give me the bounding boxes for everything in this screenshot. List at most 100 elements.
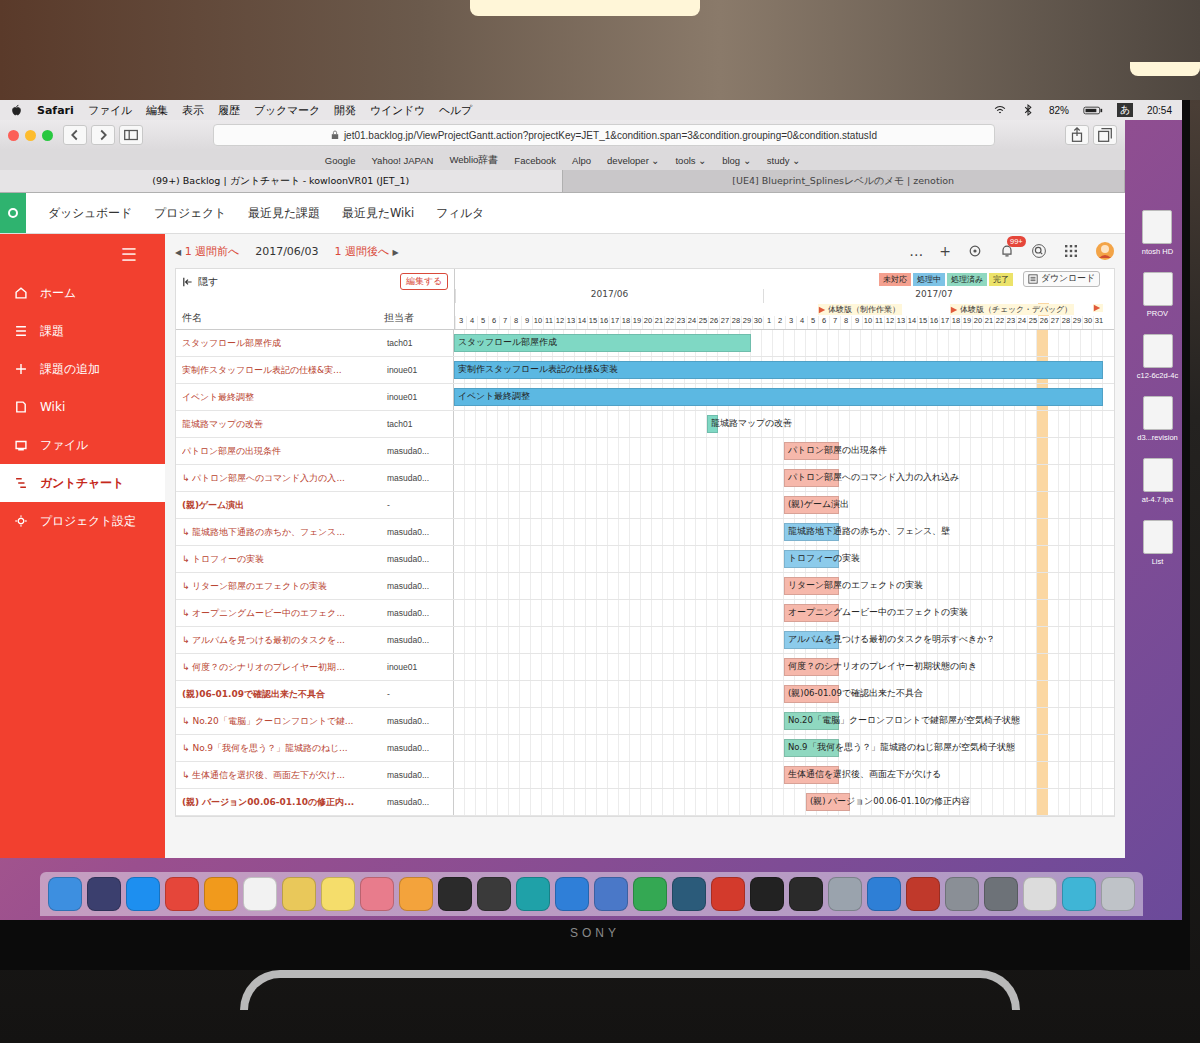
task-bar[interactable]: オープニングムービー中のエフェクトの実装 — [784, 604, 839, 622]
sidebar-item[interactable]: ガントチャート — [0, 464, 165, 502]
menu-item[interactable]: ウインドウ — [370, 103, 425, 118]
dock-app-icon[interactable] — [282, 877, 316, 911]
desktop-file[interactable]: PROV — [1143, 272, 1173, 318]
sidebar-icon[interactable] — [119, 125, 143, 145]
search-icon[interactable] — [1031, 243, 1047, 259]
task-row[interactable]: スタッフロール部屋作成 tach01 スタッフロール部屋作成 — [176, 330, 1114, 357]
apps-grid-icon[interactable] — [1063, 243, 1079, 259]
task-name[interactable]: ↳ No.9「我何を思う？」龍城路のねじ... — [182, 742, 387, 755]
task-bar[interactable]: No.9「我何を思う？」龍城路のねじ部屋が空気椅子状態 — [784, 739, 839, 757]
dock-app-icon[interactable] — [321, 877, 355, 911]
task-name[interactable]: ↳ 龍城路地下通路の赤ちか、フェンス... — [182, 526, 387, 539]
task-name[interactable]: 実制作スタッフロール表記の仕様&実... — [182, 364, 387, 377]
bookmark[interactable]: study ⌄ — [767, 155, 800, 166]
menu-item[interactable]: 表示 — [182, 103, 204, 118]
task-name[interactable]: ↳ 何度？のシナリオのプレイヤー初期... — [182, 661, 387, 674]
task-name[interactable]: ↳ オープニングムービー中のエフェク... — [182, 607, 387, 620]
bookmark[interactable]: Google — [325, 155, 356, 166]
wifi-icon[interactable] — [993, 103, 1007, 117]
task-bar[interactable]: スタッフロール部屋作成 — [454, 334, 751, 352]
header-action[interactable]: … — [909, 243, 923, 259]
task-row[interactable]: 実制作スタッフロール表記の仕様&実... inoue01 実制作スタッフロール表… — [176, 357, 1114, 384]
menu-item[interactable]: ブックマーク — [254, 103, 320, 118]
task-bar[interactable]: 生体通信を選択後、画面左下が欠ける — [784, 766, 839, 784]
task-bar[interactable]: (親)ゲーム演出 — [784, 496, 839, 514]
task-name[interactable]: ↳ No.20「電脳」クーロンフロントで鍵... — [182, 715, 387, 728]
address-field[interactable]: jet01.backlog.jp/ViewProjectGantt.action… — [213, 124, 995, 146]
task-name[interactable]: イベント最終調整 — [182, 391, 387, 404]
dock-app-icon[interactable] — [48, 877, 82, 911]
dock-app-icon[interactable] — [1023, 877, 1057, 911]
task-row[interactable]: ↳ リターン部屋のエフェクトの実装 masuda0... リターン部屋のエフェク… — [176, 573, 1114, 600]
milestone[interactable] — [1093, 304, 1103, 312]
task-bar[interactable]: (親)06-01.09で確認出来た不具合 — [784, 685, 839, 703]
dock-app-icon[interactable] — [360, 877, 394, 911]
dock-app-icon[interactable] — [477, 877, 511, 911]
clock[interactable]: 20:54 — [1147, 105, 1172, 116]
bluetooth-icon[interactable] — [1021, 103, 1035, 117]
desktop-file[interactable]: d3...revision — [1137, 396, 1177, 442]
dock-app-icon[interactable] — [633, 877, 667, 911]
task-name[interactable]: ↳ リターン部屋のエフェクトの実装 — [182, 580, 387, 593]
task-bar[interactable]: アルバムを見つける最初のタスクを明示すべきか？ — [784, 631, 839, 649]
desktop-file[interactable]: c12-6c2d-4c — [1137, 334, 1178, 380]
menu-item[interactable]: 編集 — [146, 103, 168, 118]
dock-app-icon[interactable] — [204, 877, 238, 911]
task-name[interactable]: (親)ゲーム演出 — [182, 499, 387, 512]
task-name[interactable]: 龍城路マップの改善 — [182, 418, 387, 431]
share-icon[interactable] — [1065, 125, 1089, 145]
task-bar[interactable]: リターン部屋のエフェクトの実装 — [784, 577, 839, 595]
dock-app-icon[interactable] — [438, 877, 472, 911]
forward-icon[interactable] — [91, 125, 115, 145]
task-bar[interactable]: 何度？のシナリオのプレイヤー初期状態の向き — [784, 658, 839, 676]
dock-app-icon[interactable] — [243, 877, 277, 911]
apple-icon[interactable] — [10, 104, 23, 117]
bookmark[interactable]: blog ⌄ — [722, 155, 751, 166]
dock-app-icon[interactable] — [1062, 877, 1096, 911]
task-row[interactable]: (親) バージョン00.06-01.10の修正内... masuda0... (… — [176, 789, 1114, 816]
header-nav-item[interactable]: プロジェクト — [154, 206, 226, 221]
menu-item[interactable]: 履歴 — [218, 103, 240, 118]
dock-app-icon[interactable] — [516, 877, 550, 911]
task-name[interactable]: (親)06-01.09で確認出来た不具合 — [182, 688, 387, 701]
dock-app-icon[interactable] — [165, 877, 199, 911]
battery-percent[interactable]: 82% — [1049, 105, 1069, 116]
milestone[interactable]: 体験版（制作作業） — [818, 304, 902, 315]
task-name[interactable]: スタッフロール部屋作成 — [182, 337, 387, 350]
tabs-icon[interactable] — [1093, 125, 1117, 145]
desktop-file[interactable]: List — [1143, 520, 1173, 566]
task-row[interactable]: ↳ アルバムを見つける最初のタスクを... masuda0... アルバムを見つ… — [176, 627, 1114, 654]
bookmark[interactable]: Alpo — [572, 155, 591, 166]
header-nav-item[interactable]: ダッシュボード — [48, 206, 132, 221]
task-row[interactable]: ↳ トロフィーの実装 masuda0... トロフィーの実装 — [176, 546, 1114, 573]
dock-app-icon[interactable] — [555, 877, 589, 911]
dock-app-icon[interactable] — [1101, 877, 1135, 911]
task-row[interactable]: (親)06-01.09で確認出来た不具合 - (親)06-01.09で確認出来た… — [176, 681, 1114, 708]
task-row[interactable]: イベント最終調整 inoue01 イベント最終調整 — [176, 384, 1114, 411]
dock-app-icon[interactable] — [87, 877, 121, 911]
task-bar[interactable]: パトロン部屋の出現条件 — [784, 442, 839, 460]
task-name[interactable]: ↳ パトロン部屋へのコマンド入力の入... — [182, 472, 387, 485]
menu-item[interactable]: 開発 — [334, 103, 356, 118]
browser-tab[interactable]: (99+) Backlog | ガントチャート - kowloonVR01 (J… — [0, 170, 563, 192]
app-name[interactable]: Safari — [37, 104, 74, 117]
download-button[interactable]: ダウンロード — [1023, 271, 1100, 287]
bookmark[interactable]: Facebook — [514, 155, 556, 166]
menu-item[interactable]: ファイル — [88, 103, 132, 118]
task-bar[interactable]: (親) バージョン00.06-01.10の修正内容 — [806, 793, 850, 811]
milestone[interactable]: 体験版（チェック・デバッグ） — [950, 304, 1074, 315]
task-name[interactable]: (親) バージョン00.06-01.10の修正内... — [182, 796, 387, 809]
sidebar-item[interactable]: Wiki — [0, 388, 165, 426]
bookmark[interactable]: Yahoo! JAPAN — [371, 155, 433, 166]
sidebar-item[interactable]: ファイル — [0, 426, 165, 464]
desktop-file[interactable]: at-4.7.ipa — [1142, 458, 1173, 504]
browser-tab[interactable]: [UE4] Blueprint_Splinesレベルのメモ | zenotion — [563, 170, 1126, 192]
task-bar[interactable]: 龍城路マップの改善 — [707, 415, 718, 433]
sidebar-item[interactable]: 課題 — [0, 312, 165, 350]
input-method[interactable]: あ — [1117, 103, 1133, 117]
dock-app-icon[interactable] — [711, 877, 745, 911]
hide-button[interactable]: 隠す — [182, 275, 218, 289]
task-name[interactable]: ↳ トロフィーの実装 — [182, 553, 387, 566]
edit-button[interactable]: 編集する — [400, 273, 448, 290]
dock-app-icon[interactable] — [672, 877, 706, 911]
